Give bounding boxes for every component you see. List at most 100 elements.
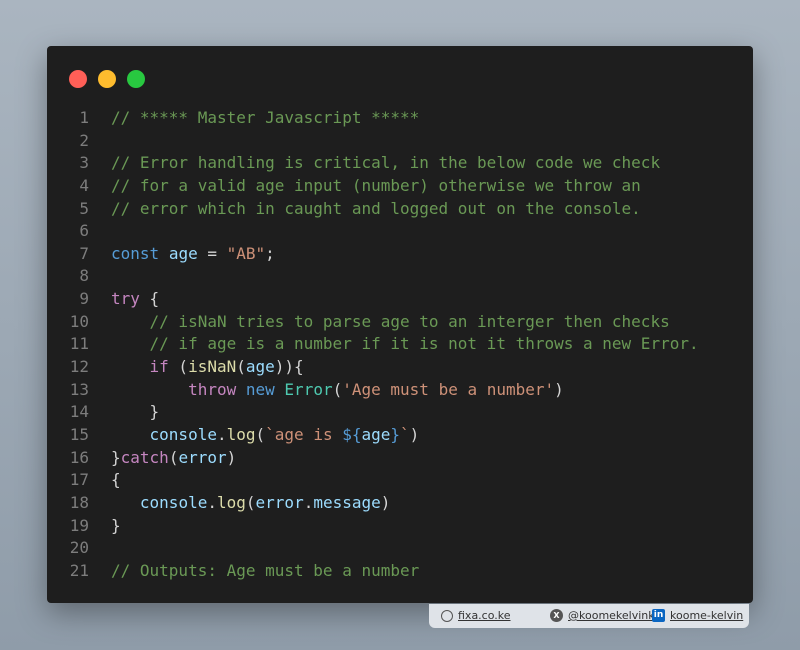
line-number: 9 xyxy=(79,289,89,309)
code-token: ; xyxy=(265,243,275,263)
code-token: throw xyxy=(188,379,237,399)
code-text: // if age is a number if it is not it th… xyxy=(89,333,699,356)
code-text: if (isNaN(age)){ xyxy=(89,356,304,379)
code-token: } xyxy=(111,447,121,467)
code-line: 7 const age = "AB"; xyxy=(47,243,753,266)
code-token: Error xyxy=(284,379,333,399)
code-token: error xyxy=(178,447,227,467)
code-text: } xyxy=(89,401,160,424)
code-text: const age = "AB"; xyxy=(89,243,275,266)
code-token: // ***** Master Javascript ***** xyxy=(111,108,420,127)
code-text: // isNaN tries to parse age to an interg… xyxy=(89,311,670,334)
linkedin-icon: in xyxy=(652,609,665,622)
code-text: // Error handling is critical, in the be… xyxy=(89,152,660,175)
globe-icon xyxy=(441,609,453,622)
code-token: ${ xyxy=(342,424,362,444)
line-number: 15 xyxy=(69,424,89,444)
code-token: ( xyxy=(168,357,189,377)
code-token: isNaN xyxy=(188,357,237,377)
code-token: // for a valid age input (number) otherw… xyxy=(111,175,641,195)
code-token: // isNaN tries to parse age to an interg… xyxy=(149,311,670,331)
code-line: 19} xyxy=(47,515,753,538)
twitter-link[interactable]: @koomekelvink xyxy=(568,609,655,622)
line-number: 4 xyxy=(79,175,89,195)
code-token: } xyxy=(111,515,121,535)
line-number: 8 xyxy=(79,266,89,286)
code-token: catch xyxy=(120,447,169,467)
code-token: ) xyxy=(226,447,237,467)
code-line: 14 } xyxy=(47,401,753,424)
code-token: ( xyxy=(245,492,256,512)
code-line: 17 { xyxy=(47,469,753,492)
code-token: = xyxy=(197,243,227,263)
code-line: 18 console.log(error.message) xyxy=(47,492,753,515)
code-line: 2 xyxy=(47,130,753,153)
code-line: 5 // error which in caught and logged out… xyxy=(47,198,753,221)
code-line: 16}catch(error) xyxy=(47,447,753,470)
code-token: ( xyxy=(332,379,343,399)
code-token: ) xyxy=(380,492,391,512)
code-token: log xyxy=(226,424,256,444)
line-number: 16 xyxy=(69,447,89,467)
code-token: age xyxy=(168,243,198,263)
code-text: // error which in caught and logged out … xyxy=(89,198,641,221)
maximize-dot[interactable] xyxy=(127,70,145,88)
line-number: 6 xyxy=(79,221,89,241)
code-token: { xyxy=(139,289,160,309)
code-token: . xyxy=(207,492,217,512)
line-number: 1 xyxy=(79,108,89,127)
code-token: message xyxy=(313,492,381,512)
code-token: age xyxy=(361,424,391,444)
code-line: 3 // Error handling is critical, in the b… xyxy=(47,152,753,175)
website-link[interactable]: fixa.co.ke xyxy=(458,609,511,622)
code-token: ` xyxy=(400,424,410,444)
code-text: try { xyxy=(89,288,159,311)
code-line: 20 xyxy=(47,537,753,560)
line-number: 13 xyxy=(69,379,89,399)
code-token: // Error handling is critical, in the be… xyxy=(111,153,661,173)
linkedin-link[interactable]: koome-kelvin xyxy=(670,609,743,622)
code-token: } xyxy=(390,424,401,444)
linkedin-link-group: in koome-kelvin xyxy=(652,609,743,622)
code-text: }catch(error) xyxy=(89,447,236,470)
code-text: // ***** Master Javascript ***** xyxy=(89,107,419,130)
line-number: 21 xyxy=(69,560,89,580)
code-text: console.log(`age is ${age}`) xyxy=(89,424,420,447)
line-number: 19 xyxy=(69,515,89,535)
line-number: 2 xyxy=(79,130,89,150)
code-line: 11 // if age is a number if it is not it… xyxy=(47,333,753,356)
code-token: . xyxy=(303,492,314,512)
code-token: error xyxy=(255,492,304,512)
code-line: 10 // isNaN tries to parse age to an int… xyxy=(47,311,753,334)
code-token: try xyxy=(111,289,140,309)
code-token: ( xyxy=(255,424,266,444)
code-text: { xyxy=(89,469,121,492)
line-number: 18 xyxy=(69,492,89,512)
twitter-link-group: X @koomekelvink xyxy=(550,609,655,622)
code-token: { xyxy=(111,470,121,490)
website-link-group: fixa.co.ke xyxy=(441,609,511,622)
line-number: 7 xyxy=(79,243,89,263)
code-token: // Outputs: Age must be a number xyxy=(111,560,420,580)
close-dot[interactable] xyxy=(69,70,87,88)
code-token: "AB" xyxy=(226,243,266,263)
code-line: 9 try { xyxy=(47,288,753,311)
code-line: 8 xyxy=(47,265,753,288)
x-icon: X xyxy=(550,609,563,622)
code-block: 1 // ***** Master Javascript ***** 2 3 // Er… xyxy=(47,107,753,582)
code-token: age xyxy=(245,357,275,377)
code-token: if xyxy=(149,357,169,377)
code-text: console.log(error.message) xyxy=(89,492,391,515)
window-controls xyxy=(69,70,145,88)
minimize-dot[interactable] xyxy=(98,70,116,88)
code-window: 1 // ***** Master Javascript ***** 2 3 // Er… xyxy=(47,46,753,603)
